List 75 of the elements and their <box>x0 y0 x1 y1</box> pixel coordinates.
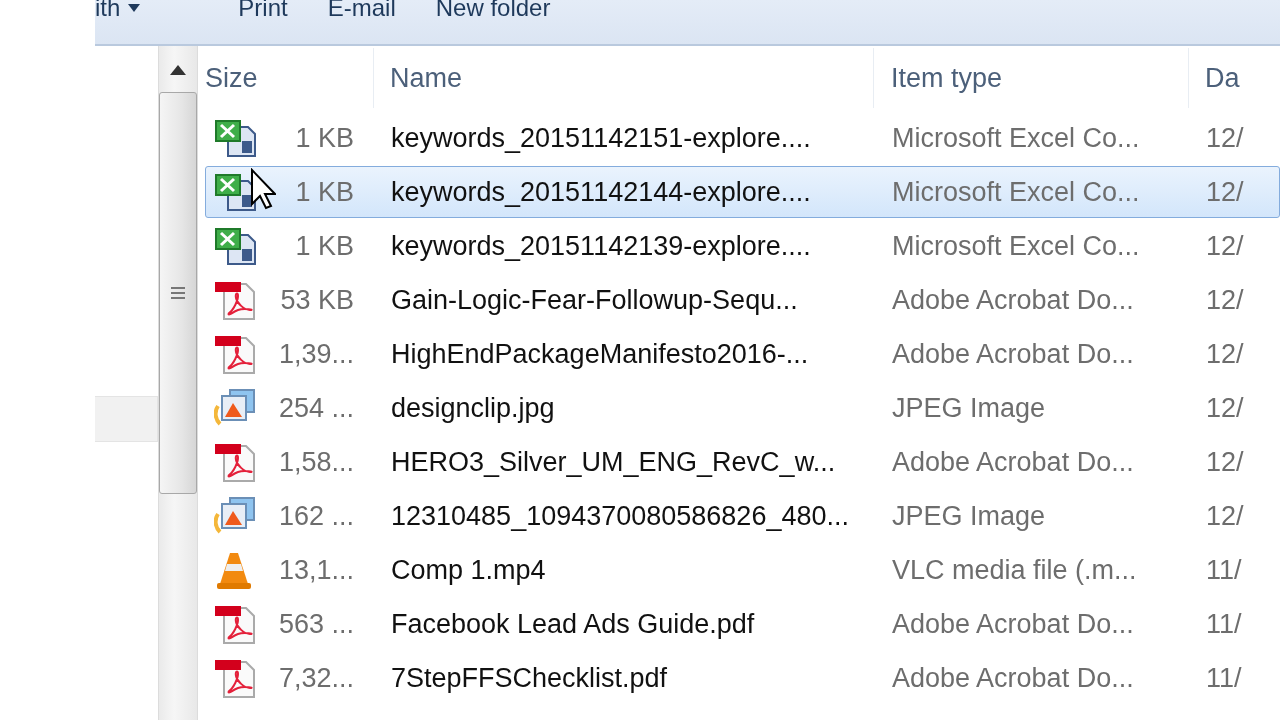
file-row[interactable]: 53 KB Gain-Logic-Fear-Followup-Sequ... Adobe Acrobat Do... 12/ <box>205 274 1280 326</box>
file-name: 12310485_1094370080586826_480... <box>391 500 850 532</box>
date-modified: 12/ <box>1206 176 1245 208</box>
scrollbar[interactable] <box>158 46 198 720</box>
column-header[interactable]: Item type <box>891 62 1188 94</box>
file-size: 53 KB <box>280 284 354 316</box>
item-type: Adobe Acrobat Do... <box>892 608 1135 640</box>
file-size: 563 ... <box>278 608 354 640</box>
item-type: JPEG Image <box>892 392 1047 424</box>
file-row[interactable]: 1,39... HighEndPackageManifesto2016-... Adobe Acrobat Do... 12/ <box>205 328 1280 380</box>
file-row[interactable]: 254 ... designclip.jpg JPEG Image 12/ <box>205 382 1280 434</box>
file-name: HERO3_Silver_UM_ENG_RevC_w... <box>391 446 837 478</box>
item-type: Microsoft Excel Co... <box>892 230 1141 262</box>
date-modified: 12/ <box>1206 446 1245 478</box>
date-modified: 11/ <box>1206 662 1243 694</box>
date-modified: 12/ <box>1206 230 1245 262</box>
file-name: designclip.jpg <box>391 392 556 424</box>
pdf-file-icon <box>214 442 258 482</box>
item-type: Adobe Acrobat Do... <box>892 446 1135 478</box>
file-row[interactable]: 7,32... 7StepFFSChecklist.pdf Adobe Acrobat Do... 11/ <box>205 652 1280 704</box>
file-name: HighEndPackageManifesto2016-... <box>391 338 810 370</box>
file-row[interactable]: 13,1... Comp 1.mp4 VLC media file (.m... 11/ <box>205 544 1280 596</box>
image-file-icon <box>214 496 258 536</box>
spreadsheet-file-icon <box>214 227 258 265</box>
pdf-file-icon <box>214 604 258 644</box>
date-modified: 12/ <box>1206 392 1245 424</box>
pdf-file-icon <box>214 280 258 320</box>
file-row[interactable]: 1 KB keywords_20151142151-explore.... Microsoft Excel Co... 12/ <box>205 112 1280 164</box>
file-size: 254 ... <box>278 392 354 424</box>
spreadsheet-file-icon <box>214 119 258 157</box>
column-header[interactable]: Da <box>1205 62 1280 94</box>
date-modified: 12/ <box>1206 338 1245 370</box>
column-header[interactable]: Name <box>390 62 873 94</box>
pdf-file-icon <box>214 334 258 374</box>
item-type: Adobe Acrobat Do... <box>892 338 1135 370</box>
pdf-file-icon <box>214 658 258 698</box>
item-type: Adobe Acrobat Do... <box>892 284 1135 316</box>
file-row[interactable]: 1 KB keywords_20151142139-explore.... Microsoft Excel Co... 12/ <box>205 220 1280 272</box>
grip-icon <box>170 286 186 300</box>
date-modified: 11/ <box>1206 608 1243 640</box>
file-size: 162 ... <box>278 500 354 532</box>
date-modified: 12/ <box>1206 122 1245 154</box>
file-row[interactable]: 162 ... 12310485_1094370080586826_480... JPEG Image 12/ <box>205 490 1280 542</box>
image-file-icon <box>214 388 258 428</box>
file-size: 7,32... <box>278 662 354 694</box>
file-name: Facebook Lead Ads Guide.pdf <box>391 608 756 640</box>
date-modified: 12/ <box>1206 284 1245 316</box>
file-size: 1 KB <box>295 176 354 208</box>
file-name: 7StepFFSChecklist.pdf <box>391 662 669 694</box>
item-type: VLC media file (.m... <box>892 554 1138 586</box>
scrollbar-thumb[interactable] <box>159 92 197 494</box>
navigation-item[interactable] <box>95 396 158 442</box>
traffic-cone-icon <box>214 550 254 590</box>
file-row[interactable]: 563 ... Facebook Lead Ads Guide.pdf Adobe Acrobat Do... 11/ <box>205 598 1280 650</box>
column-header[interactable]: Size <box>205 62 373 94</box>
file-size: 1 KB <box>295 122 354 154</box>
item-type: Microsoft Excel Co... <box>892 176 1141 208</box>
file-size: 13,1... <box>278 554 354 586</box>
mouse-cursor-icon <box>250 168 276 210</box>
file-name: keywords_20151142151-explore.... <box>391 122 812 154</box>
date-modified: 12/ <box>1206 500 1245 532</box>
file-name: keywords_20151142144-explore.... <box>391 176 812 208</box>
file-row[interactable]: 1 KB keywords_20151142144-explore.... Microsoft Excel Co... 12/ <box>205 166 1280 218</box>
item-type: Microsoft Excel Co... <box>892 122 1141 154</box>
file-size: 1,58... <box>278 446 354 478</box>
file-name: Gain-Logic-Fear-Followup-Sequ... <box>391 284 799 316</box>
file-row[interactable]: 1,58... HERO3_Silver_UM_ENG_RevC_w... Adobe Acrobat Do... 12/ <box>205 436 1280 488</box>
item-type: Adobe Acrobat Do... <box>892 662 1135 694</box>
scroll-up-icon[interactable] <box>168 63 188 75</box>
item-type: JPEG Image <box>892 500 1047 532</box>
file-name: keywords_20151142139-explore.... <box>391 230 812 262</box>
file-name: Comp 1.mp4 <box>391 554 547 586</box>
file-size: 1 KB <box>295 230 354 262</box>
file-size: 1,39... <box>278 338 354 370</box>
date-modified: 11/ <box>1206 554 1243 586</box>
